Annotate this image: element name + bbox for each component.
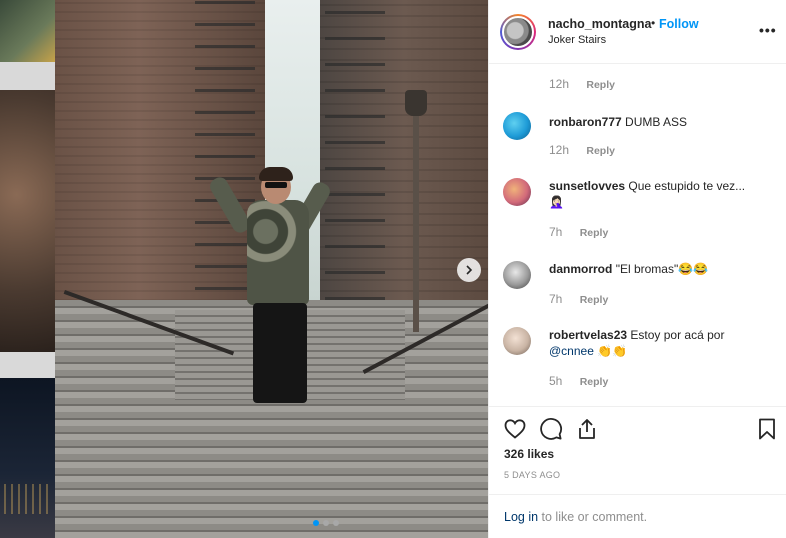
post-date: 5 DAYS AGO: [504, 470, 561, 480]
comment-mention[interactable]: @cnnee: [549, 344, 594, 358]
comment-body: Que estupido te vez...: [628, 179, 746, 193]
person-sunglasses: [265, 182, 287, 188]
carousel-dot: [323, 520, 329, 526]
person-hair: [259, 167, 293, 181]
comment-time: 5h: [549, 374, 563, 388]
comments-list[interactable]: 12h Reply ronbaron777 DUMB ASS 12h Reply…: [489, 64, 786, 406]
comment-meta: 7h Reply: [549, 225, 608, 239]
commenter-avatar[interactable]: [503, 178, 531, 206]
comment-body: Estoy por acá por: [630, 328, 725, 342]
person-legs: [253, 303, 307, 403]
comment-body: DUMB ASS: [625, 115, 688, 129]
photo-fire-escape: [325, 0, 385, 300]
background-thumbnail: [0, 90, 55, 352]
bookmark-icon[interactable]: [755, 417, 779, 441]
photo-lamp-head: [405, 90, 427, 116]
login-link[interactable]: Log in: [504, 510, 538, 524]
background-thumbnail: [0, 378, 55, 538]
commenter-username[interactable]: robertvelas23: [549, 328, 627, 342]
commenter-avatar[interactable]: [503, 112, 531, 140]
person-torso: [247, 200, 309, 305]
comment-text: robertvelas23 Estoy por acá por @cnnee 👏…: [549, 327, 774, 359]
reply-button[interactable]: Reply: [586, 145, 615, 157]
heart-icon[interactable]: [503, 417, 527, 441]
separator-dot: •: [651, 16, 656, 30]
login-prompt-text: Log in to like or comment.: [504, 510, 647, 524]
follow-button[interactable]: Follow: [659, 17, 699, 31]
likes-count[interactable]: 326 likes: [504, 447, 554, 461]
chevron-right-icon: [466, 265, 473, 275]
commenter-username[interactable]: sunsetlovves: [549, 179, 625, 193]
photo-lamp-post: [413, 92, 419, 332]
post-detail-panel: nacho_montagna • Follow Joker Stairs •••…: [488, 0, 786, 538]
comment-time: 12h: [549, 77, 570, 91]
commenter-username[interactable]: danmorrod: [549, 262, 612, 276]
post-header: nacho_montagna • Follow Joker Stairs •••: [489, 0, 786, 64]
commenter-avatar[interactable]: [503, 261, 531, 289]
background-feed: [0, 0, 55, 538]
comment-time: 7h: [549, 225, 563, 239]
carousel-dot: [313, 520, 319, 526]
background-thumbnail: [0, 0, 55, 62]
reply-button[interactable]: Reply: [586, 79, 615, 91]
next-photo-button[interactable]: [457, 258, 481, 282]
login-prompt: Log in to like or comment.: [489, 494, 786, 538]
comment-time: 7h: [549, 292, 563, 306]
share-icon[interactable]: [575, 417, 599, 441]
avatar-image: [502, 16, 534, 48]
post-photo[interactable]: [55, 0, 488, 538]
comment-emoji: 🤦🏻‍♀️: [549, 195, 564, 209]
comment-text: danmorrod "El bromas"😂😂: [549, 261, 774, 277]
comment-icon[interactable]: [539, 417, 563, 441]
login-suffix: to like or comment.: [538, 510, 648, 524]
photo-person: [207, 165, 333, 405]
action-bar: [489, 406, 786, 450]
author-username[interactable]: nacho_montagna: [548, 17, 652, 31]
comment-emoji: 👏👏: [597, 344, 628, 358]
commenter-avatar[interactable]: [503, 327, 531, 355]
carousel-dot: [333, 520, 339, 526]
commenter-username[interactable]: ronbaron777: [549, 115, 622, 129]
comment-text: ronbaron777 DUMB ASS: [549, 114, 774, 130]
comment-meta: 7h Reply: [549, 292, 608, 306]
comment-meta: 12h Reply: [549, 143, 615, 157]
post-location[interactable]: Joker Stairs: [548, 34, 606, 46]
comment-time: 12h: [549, 143, 570, 157]
reply-button[interactable]: Reply: [580, 227, 609, 239]
carousel-dots: [313, 520, 339, 526]
comment-meta: 12h Reply: [549, 77, 615, 91]
reply-button[interactable]: Reply: [580, 376, 609, 388]
comment-body: "El bromas"😂😂: [615, 262, 709, 276]
reply-button[interactable]: Reply: [580, 294, 609, 306]
comment-meta: 5h Reply: [549, 374, 608, 388]
more-options-icon[interactable]: •••: [759, 22, 777, 38]
comment-text: sunsetlovves Que estupido te vez... 🤦🏻‍♀…: [549, 178, 774, 210]
author-avatar[interactable]: [500, 14, 536, 50]
